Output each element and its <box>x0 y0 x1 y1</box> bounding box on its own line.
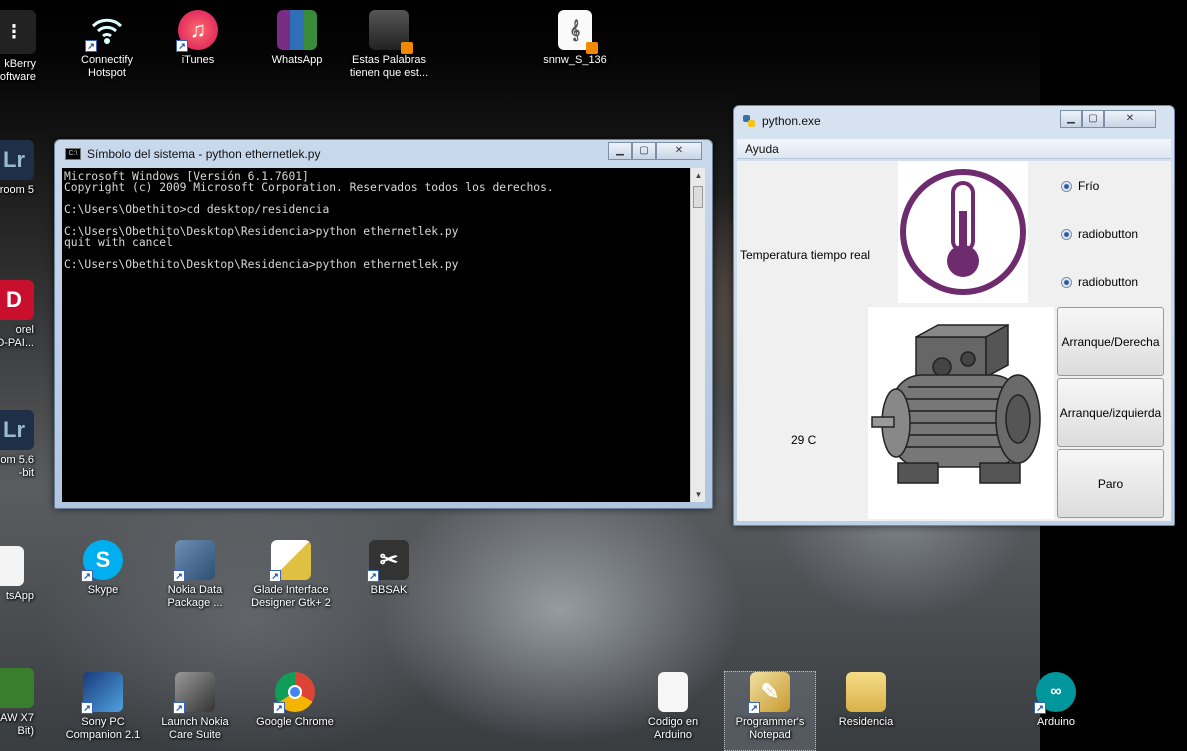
minimize-button[interactable]: ▁ <box>1060 110 1082 128</box>
scroll-thumb[interactable] <box>693 186 703 208</box>
music-score-file-icon: 𝄞 <box>558 10 598 54</box>
radio-option-3[interactable]: radiobutton <box>1061 275 1138 289</box>
desktop-icon-nokia-data[interactable]: ↗ Nokia Data Package ... <box>152 540 238 610</box>
desktop-icon-chrome[interactable]: ↗ Google Chrome <box>252 672 338 729</box>
vertical-scrollbar[interactable]: ▲ ▼ <box>690 168 705 502</box>
console-text: Microsoft Windows [Versión 6.1.7601] Cop… <box>64 170 554 271</box>
desktop-icon-arduino[interactable]: ∞ ↗ Arduino <box>1013 672 1099 729</box>
console-icon: C:\ <box>65 148 81 160</box>
desktop-icon-lightroom5[interactable]: Lr room 5 <box>0 140 34 197</box>
desktop-icon-programmers-notepad[interactable]: ✎ ↗ Programmer's Notepad <box>727 672 813 742</box>
window-title: python.exe <box>762 114 821 128</box>
sony-pc-icon: ↗ <box>81 672 123 714</box>
temperature-label: Temperatura tiempo real <box>740 248 871 262</box>
desktop-icon-whatsapp-left[interactable]: tsApp <box>0 546 34 603</box>
notepad-pencil-icon: ✎ ↗ <box>748 672 790 714</box>
scroll-up-icon[interactable]: ▲ <box>691 168 706 183</box>
desktop-icon-sony-pc[interactable]: ↗ Sony PC Companion 2.1 <box>60 672 146 742</box>
nokia-care-icon: ↗ <box>173 672 215 714</box>
scroll-down-icon[interactable]: ▼ <box>691 487 706 502</box>
menu-ayuda[interactable]: Ayuda <box>737 139 787 159</box>
shortcut-arrow-icon: ↗ <box>81 570 93 582</box>
window-title: Símbolo del sistema - python ethernetlek… <box>87 147 321 161</box>
desktop-icon-whatsapp[interactable]: WhatsApp <box>254 10 340 67</box>
close-button[interactable]: ✕ <box>1104 110 1156 128</box>
shortcut-arrow-icon: ↗ <box>81 702 93 714</box>
desktop-icon-snnw[interactable]: 𝄞 snnw_S_136 <box>532 10 618 67</box>
lightroom-icon: Lr <box>0 140 34 180</box>
radio-dot[interactable] <box>1061 276 1072 288</box>
desktop-icon-connectify[interactable]: ↗ Connectify Hotspot <box>64 10 150 80</box>
desktop-icon-lightroom56[interactable]: Lr oom 5.6 -bit <box>0 410 34 480</box>
winrar-archive-icon <box>277 10 317 50</box>
arranque-derecha-button[interactable]: Arranque/Derecha <box>1057 307 1164 376</box>
console-output[interactable]: Microsoft Windows [Versión 6.1.7601] Cop… <box>62 168 705 502</box>
radio-option-2[interactable]: radiobutton <box>1061 227 1138 241</box>
close-button[interactable]: ✕ <box>656 142 702 160</box>
radio-dot[interactable] <box>1061 228 1072 240</box>
desktop-icon-bbsak[interactable]: ✂ ↗ BBSAK <box>346 540 432 597</box>
chrome-icon: ↗ <box>273 672 315 714</box>
command-prompt-window[interactable]: C:\ Símbolo del sistema - python etherne… <box>54 139 713 509</box>
radio-dot[interactable] <box>1061 180 1072 192</box>
arranque-izquierda-button[interactable]: Arranque/izquierda <box>1057 378 1164 447</box>
shortcut-arrow-icon: ↗ <box>173 570 185 582</box>
shortcut-arrow-icon: ↗ <box>173 702 185 714</box>
desktop-icon-residencia[interactable]: Residencia <box>823 672 909 729</box>
paro-button[interactable]: Paro <box>1057 449 1164 518</box>
shortcut-arrow-icon: ↗ <box>273 702 285 714</box>
text-file-icon <box>658 672 688 712</box>
thermometer-image <box>898 161 1028 303</box>
desktop-icon-skype[interactable]: S ↗ Skype <box>60 540 146 597</box>
itunes-icon: ♫ ↗ <box>176 10 218 52</box>
shortcut-arrow-icon: ↗ <box>85 40 97 52</box>
skype-icon: S ↗ <box>81 540 123 582</box>
minimize-button[interactable]: ▁ <box>608 142 632 160</box>
arduino-icon: ∞ ↗ <box>1034 672 1076 714</box>
coreldraw-icon <box>0 668 34 708</box>
desktop-icon-launch-nokia[interactable]: ↗ Launch Nokia Care Suite <box>152 672 238 742</box>
blackberry-icon: ⁝ <box>0 10 36 54</box>
nokia-data-icon: ↗ <box>173 540 215 582</box>
shortcut-arrow-icon: ↗ <box>1034 702 1046 714</box>
shortcut-arrow-icon: ↗ <box>367 570 379 582</box>
desktop-icon-codigo-arduino[interactable]: Codigo en Arduino <box>630 672 716 742</box>
video-thumbnail-icon <box>369 10 413 54</box>
corel-icon: D <box>0 280 34 320</box>
shortcut-arrow-icon: ↗ <box>748 702 760 714</box>
window-controls: ▁ ▢ ✕ <box>1060 110 1156 128</box>
wifi-icon: ↗ <box>85 10 127 52</box>
app-client-area: Temperatura tiempo real Frío radiobutton… <box>737 161 1171 521</box>
python-app-window[interactable]: python.exe ▁ ▢ ✕ Ayuda Temperatura tiemp… <box>733 105 1175 526</box>
shortcut-arrow-icon: ↗ <box>176 40 188 52</box>
desktop-icon-coreldraw[interactable]: RAW X7 Bit) <box>0 668 34 738</box>
folder-icon <box>846 672 886 712</box>
desktop-icon-corel[interactable]: D orel O-PAI... <box>0 280 34 350</box>
electric-motor-icon <box>871 323 1041 484</box>
desktop-icon-blackberry[interactable]: ⁝ kBerry Software <box>0 10 36 84</box>
glade-icon: ↗ <box>269 540 311 582</box>
desktop-icon-estas-palabras[interactable]: Estas Palabras tienen que est... <box>346 10 432 80</box>
motor-image <box>868 307 1054 519</box>
radio-frio[interactable]: Frío <box>1061 179 1099 193</box>
maximize-button[interactable]: ▢ <box>1082 110 1104 128</box>
bbsak-icon: ✂ ↗ <box>367 540 409 582</box>
lightroom-icon: Lr <box>0 410 34 450</box>
maximize-button[interactable]: ▢ <box>632 142 656 160</box>
python-icon <box>742 114 756 128</box>
desktop-icon-itunes[interactable]: ♫ ↗ iTunes <box>155 10 241 67</box>
shortcut-arrow-icon: ↗ <box>269 570 281 582</box>
window-controls: ▁ ▢ ✕ <box>608 142 702 160</box>
menu-bar: Ayuda <box>737 139 1171 159</box>
temperature-value: 29 C <box>791 433 817 447</box>
desktop-icon-glade[interactable]: ↗ Glade Interface Designer Gtk+ 2 <box>248 540 334 610</box>
thermometer-icon <box>900 169 1026 295</box>
document-icon <box>0 546 24 586</box>
